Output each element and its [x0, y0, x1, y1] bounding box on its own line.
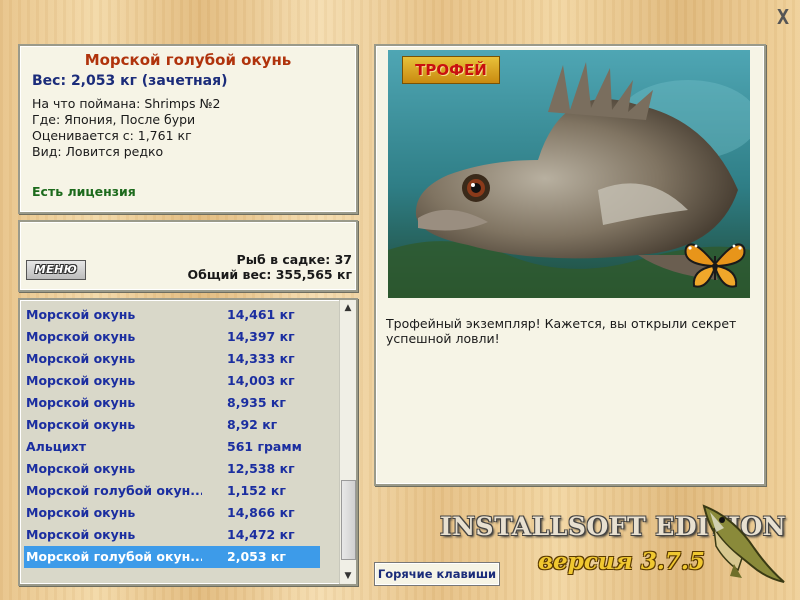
fish-info-panel: Морской голубой окунь Вес: 2,053 кг (зач…	[18, 44, 358, 214]
list-item-weight: 14,397 кг	[227, 329, 295, 344]
list-item[interactable]: Альцихт 561 грамм	[24, 436, 320, 458]
list-item-name: Морской голубой окун...	[26, 483, 202, 498]
list-item-weight: 14,333 кг	[227, 351, 295, 366]
trophy-description: Трофейный экземпляр! Кажется, вы открыли…	[386, 316, 737, 346]
list-scrollbar[interactable]: ▲ ▼	[339, 300, 356, 584]
kind-info: Вид: Ловится редко	[32, 144, 164, 159]
list-item-weight: 2,053 кг	[227, 549, 286, 564]
list-item-name: Морской окунь	[26, 329, 136, 344]
list-item-weight: 14,461 кг	[227, 307, 295, 322]
total-weight: Общий вес: 355,565 кг	[187, 267, 353, 282]
list-item[interactable]: Морской окунь 14,461 кг	[24, 304, 320, 326]
list-item[interactable]: Морской окунь 14,003 кг	[24, 370, 320, 392]
list-item[interactable]: Морской голубой окун... 2,053 кг	[24, 546, 320, 568]
list-item-name: Морской окунь	[26, 505, 136, 520]
scroll-up-icon[interactable]: ▲	[340, 300, 356, 316]
butterfly-icon	[684, 243, 746, 288]
trophy-panel: ТРОФЕЙ Трофейный экземпляр! Кажется, вы …	[374, 44, 766, 486]
scroll-thumb[interactable]	[341, 480, 356, 560]
list-item-name: Морской окунь	[26, 307, 136, 322]
list-item[interactable]: Морской окунь 14,472 кг	[24, 524, 320, 546]
list-item-weight: 12,538 кг	[227, 461, 295, 476]
list-item[interactable]: Морской окунь 14,333 кг	[24, 348, 320, 370]
list-item-name: Морской окунь	[26, 417, 136, 432]
list-item-name: Морской окунь	[26, 395, 136, 410]
bait-info: На что поймана: Shrimps №2	[32, 96, 221, 111]
scroll-down-icon[interactable]: ▼	[340, 568, 356, 584]
trophy-badge: ТРОФЕЙ	[402, 56, 500, 84]
list-item-name: Альцихт	[26, 439, 87, 454]
list-item-weight: 1,152 кг	[227, 483, 286, 498]
list-item[interactable]: Морской окунь 14,397 кг	[24, 326, 320, 348]
close-button[interactable]: X	[772, 6, 794, 28]
menu-button[interactable]: МЕНЮ	[26, 260, 86, 280]
list-item[interactable]: Морской голубой окун... 1,152 кг	[24, 480, 320, 502]
keepnet-panel: МЕНЮ Рыб в садке: 37 Общий вес: 355,565 …	[18, 220, 358, 292]
list-item-name: Морской голубой окун...	[26, 549, 202, 564]
fish-photo: ТРОФЕЙ	[388, 50, 750, 298]
list-item[interactable]: Морской окунь 14,866 кг	[24, 502, 320, 524]
list-item-name: Морской окунь	[26, 373, 136, 388]
pike-logo-icon	[702, 504, 785, 583]
list-item[interactable]: Морской окунь 12,538 кг	[24, 458, 320, 480]
list-item[interactable]: Морской окунь 8,935 кг	[24, 392, 320, 414]
list-item[interactable]: Морской окунь 8,92 кг	[24, 414, 320, 436]
list-item-weight: 561 грамм	[227, 439, 302, 454]
fish-count: Рыб в садке: 37	[236, 252, 352, 267]
list-item-weight: 14,003 кг	[227, 373, 295, 388]
catch-list[interactable]: Морской окунь 14,461 кг Морской окунь 14,39…	[18, 298, 358, 586]
fish-name: Морской голубой окунь	[84, 51, 292, 69]
list-item-name: Морской окунь	[26, 527, 136, 542]
place-info: Где: Япония, После бури	[32, 112, 196, 127]
list-item-name: Морской окунь	[26, 461, 136, 476]
list-item-weight: 14,472 кг	[227, 527, 295, 542]
list-item-weight: 14,866 кг	[227, 505, 295, 520]
list-item-weight: 8,92 кг	[227, 417, 278, 432]
fish-weight: Вес: 2,053 кг (зачетная)	[32, 73, 228, 89]
hotkeys-button[interactable]: Горячие клавиши	[374, 562, 500, 586]
list-item-name: Морской окунь	[26, 351, 136, 366]
estimate-info: Оценивается с: 1,761 кг	[32, 128, 192, 143]
version-label: версия 3.7.5	[538, 548, 705, 575]
license-status: Есть лицензия	[32, 184, 136, 199]
list-item-weight: 8,935 кг	[227, 395, 286, 410]
